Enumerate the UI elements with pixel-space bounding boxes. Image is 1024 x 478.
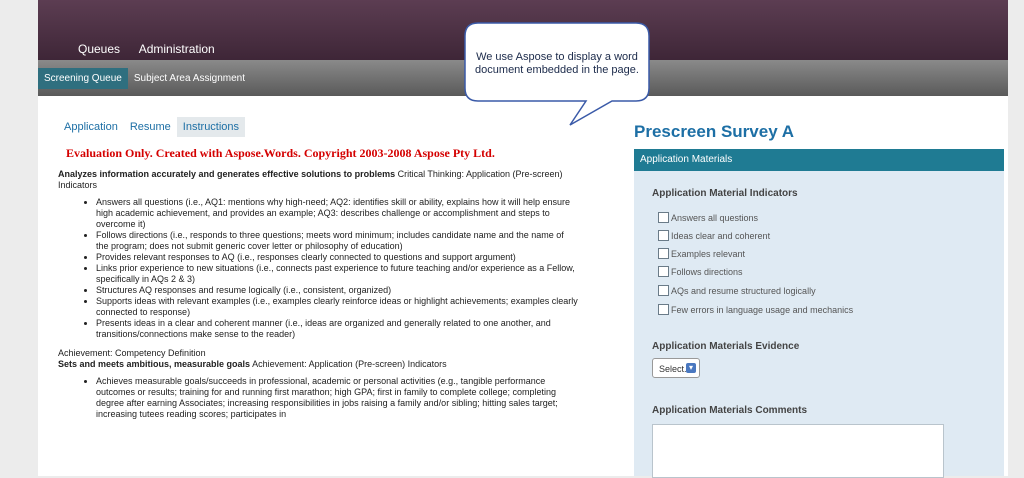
comments-textarea[interactable]	[652, 424, 944, 478]
sub-nav: Screening Queue Subject Area Assignment	[38, 68, 251, 89]
panel-header[interactable]: Application Materials	[634, 149, 1004, 171]
critical-thinking-heading: Analyzes information accurately and gene…	[58, 169, 578, 191]
page: Queues Administration Screening Queue Su…	[38, 0, 1008, 478]
tab-resume[interactable]: Resume	[124, 117, 177, 137]
list-item: Provides relevant responses to AQ (i.e.,…	[96, 252, 578, 263]
embedded-word-document: Evaluation Only. Created with Aspose.Wor…	[58, 140, 578, 428]
checkbox-label: Ideas clear and coherent	[671, 230, 771, 241]
list-item: Supports ideas with relevant examples (i…	[96, 296, 578, 318]
subnav-subject-area-assignment[interactable]: Subject Area Assignment	[128, 68, 251, 89]
survey-title: Prescreen Survey A	[634, 122, 795, 141]
checkbox-label: AQs and resume structured logically	[671, 285, 816, 296]
checkbox[interactable]	[658, 285, 669, 296]
checkbox-label: Follows directions	[671, 266, 743, 277]
evaluation-notice: Evaluation Only. Created with Aspose.Wor…	[66, 146, 495, 160]
checkbox-ideas-clear[interactable]: Ideas clear and coherent	[658, 230, 770, 241]
checkbox-label: Few errors in language usage and mechani…	[671, 304, 854, 315]
nav-administration[interactable]: Administration	[139, 42, 215, 56]
checkbox-examples-relevant[interactable]: Examples relevant	[658, 248, 745, 259]
evidence-select[interactable]: Select... ▾	[652, 358, 700, 378]
tab-instructions[interactable]: Instructions	[176, 117, 246, 137]
checkbox[interactable]	[658, 304, 669, 315]
achievement-indicators: Achieves measurable goals/succeeds in pr…	[58, 376, 578, 420]
achievement-definition: Achievement: Competency Definition	[58, 348, 206, 358]
heading2-rest: Achievement: Application (Pre-screen) In…	[250, 359, 447, 369]
indicators-label: Application Material Indicators	[652, 188, 798, 199]
chevron-down-icon[interactable]: ▾	[686, 363, 696, 373]
list-item: Structures AQ responses and resume logic…	[96, 285, 578, 296]
application-materials-panel: Application Material Indicators Answers …	[634, 171, 1004, 478]
checkbox-label: Answers all questions	[671, 212, 759, 223]
document-tabs: Application Resume Instructions	[58, 117, 246, 137]
subnav-screening-queue[interactable]: Screening Queue	[38, 68, 128, 89]
list-item: Answers all questions (i.e., AQ1: mentio…	[96, 197, 578, 230]
checkbox[interactable]	[658, 212, 669, 223]
achievement-heading: Sets and meets ambitious, measurable goa…	[58, 359, 578, 370]
evidence-label: Application Materials Evidence	[652, 341, 800, 352]
top-nav: Queues Administration	[78, 42, 231, 56]
checkbox-structured-logically[interactable]: AQs and resume structured logically	[658, 285, 816, 296]
list-item: Links prior experience to new situations…	[96, 263, 578, 285]
list-item: Achieves measurable goals/succeeds in pr…	[96, 376, 578, 420]
comments-label: Application Materials Comments	[652, 405, 808, 416]
checkbox-few-errors[interactable]: Few errors in language usage and mechani…	[658, 304, 853, 315]
checkbox[interactable]	[658, 230, 669, 241]
checkbox-label: Examples relevant	[671, 248, 746, 259]
checkbox-answers-all-questions[interactable]: Answers all questions	[658, 212, 758, 223]
checkbox[interactable]	[658, 248, 669, 259]
checkbox[interactable]	[658, 266, 669, 277]
critical-thinking-indicators: Answers all questions (i.e., AQ1: mentio…	[58, 197, 578, 340]
heading2-bold: Sets and meets ambitious, measurable goa…	[58, 359, 251, 369]
list-item: Presents ideas in a clear and coherent m…	[96, 318, 578, 340]
checkbox-follows-directions[interactable]: Follows directions	[658, 266, 743, 277]
nav-queues[interactable]: Queues	[78, 42, 120, 56]
tab-application[interactable]: Application	[58, 117, 124, 137]
callout-text: We use Aspose to display a word document…	[475, 51, 639, 76]
list-item: Follows directions (i.e., responds to th…	[96, 230, 578, 252]
heading1-bold: Analyzes information accurately and gene…	[58, 169, 396, 179]
